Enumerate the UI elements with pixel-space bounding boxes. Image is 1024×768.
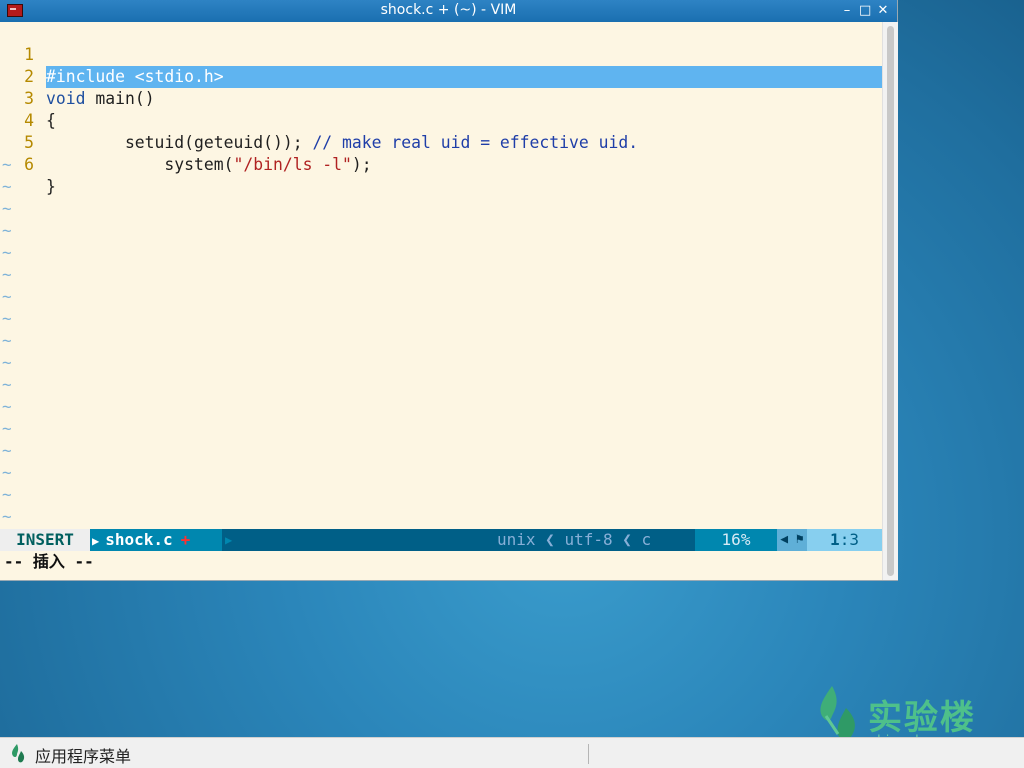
empty-line-marker: ~ [2, 397, 12, 416]
encoding: utf-8 [564, 530, 613, 549]
app-menu-icon[interactable] [10, 744, 26, 763]
modified-flag: + [180, 530, 191, 549]
percent-segment: 16% [695, 529, 777, 551]
line-text: } [46, 177, 56, 196]
line-flag-icon: ◀ ⚑ [777, 529, 807, 551]
arrow-right-icon: ▶ [225, 533, 233, 547]
empty-line-marker: ~ [2, 419, 12, 438]
chevron-left-icon: ❮ [622, 530, 632, 549]
string-literal: "/bin/ls -l" [233, 155, 352, 174]
cursor-position: 1:3 [807, 529, 882, 551]
vim-window: shock.c + (~) - VIM – □ ✕ 1 #include <st… [0, 0, 898, 580]
maximize-button[interactable]: □ [859, 2, 871, 20]
code-line[interactable]: 2 void main() [0, 44, 882, 108]
vim-statusline: INSERT ▶ shock.c + ▶ unix ❮ utf-8 ❮ c 16% … [0, 529, 882, 551]
taskbar: 应用程序菜单 [0, 737, 1024, 768]
empty-line-marker: ~ [2, 463, 12, 482]
code-line[interactable]: 6 } [0, 132, 882, 196]
code-line[interactable]: 1 #include <stdio.h> [0, 22, 882, 88]
empty-line-marker: ~ [2, 507, 12, 526]
empty-line-marker: ~ [2, 199, 12, 218]
filename-segment: ▶ shock.c + [90, 529, 222, 551]
watermark-brand: 实验楼 [868, 698, 976, 738]
line-text: system("/bin/ls -l"); [46, 154, 882, 176]
app-menu-button[interactable]: 应用程序菜单 [35, 743, 131, 767]
empty-line-marker: ~ [2, 441, 12, 460]
close-button[interactable]: ✕ [877, 2, 889, 20]
line-number: 6 [24, 155, 34, 174]
filename: shock.c [105, 530, 173, 549]
empty-line-marker: ~ [2, 287, 12, 306]
empty-line-marker: ~ [2, 243, 12, 262]
file-info-segment: unix ❮ utf-8 ❮ c [497, 529, 651, 551]
empty-line-marker: ~ [2, 265, 12, 284]
vertical-scrollbar[interactable] [882, 22, 898, 580]
arrow-right-icon: ▶ [92, 534, 100, 548]
fileformat: unix [497, 530, 536, 549]
cursor-col: :3 [839, 530, 859, 549]
code-line[interactable]: 5 system("/bin/ls -l"); [0, 110, 882, 174]
empty-line-marker: ~ [2, 353, 12, 372]
scroll-thumb[interactable] [887, 26, 894, 576]
window-title: shock.c + (~) - VIM [380, 2, 517, 18]
empty-line-marker: ~ [2, 221, 12, 240]
filetype: c [641, 530, 652, 549]
command-line: -- 插入 -- [4, 552, 94, 571]
minimize-button[interactable]: – [841, 2, 853, 20]
code-segment: ); [351, 155, 372, 174]
empty-line-marker: ~ [2, 485, 12, 504]
editor-buffer[interactable]: 1 #include <stdio.h> 2 void main() 3 { 4… [0, 22, 882, 528]
empty-line-marker: ~ [2, 309, 12, 328]
window-titlebar[interactable]: shock.c + (~) - VIM – □ ✕ [0, 0, 897, 22]
chevron-left-icon: ❮ [545, 530, 555, 549]
code-line[interactable]: 4 setuid(geteuid()); // make real uid = … [0, 88, 882, 152]
taskbar-divider [588, 744, 589, 764]
empty-line-marker: ~ [2, 331, 12, 350]
shiyanlou-logo-icon [820, 686, 855, 742]
mode-indicator: INSERT [0, 529, 90, 551]
code-line[interactable]: 3 { [0, 66, 882, 130]
code-segment: system( [46, 155, 234, 174]
cursor-line: 1 [830, 530, 840, 549]
empty-line-marker: ~ [2, 375, 12, 394]
